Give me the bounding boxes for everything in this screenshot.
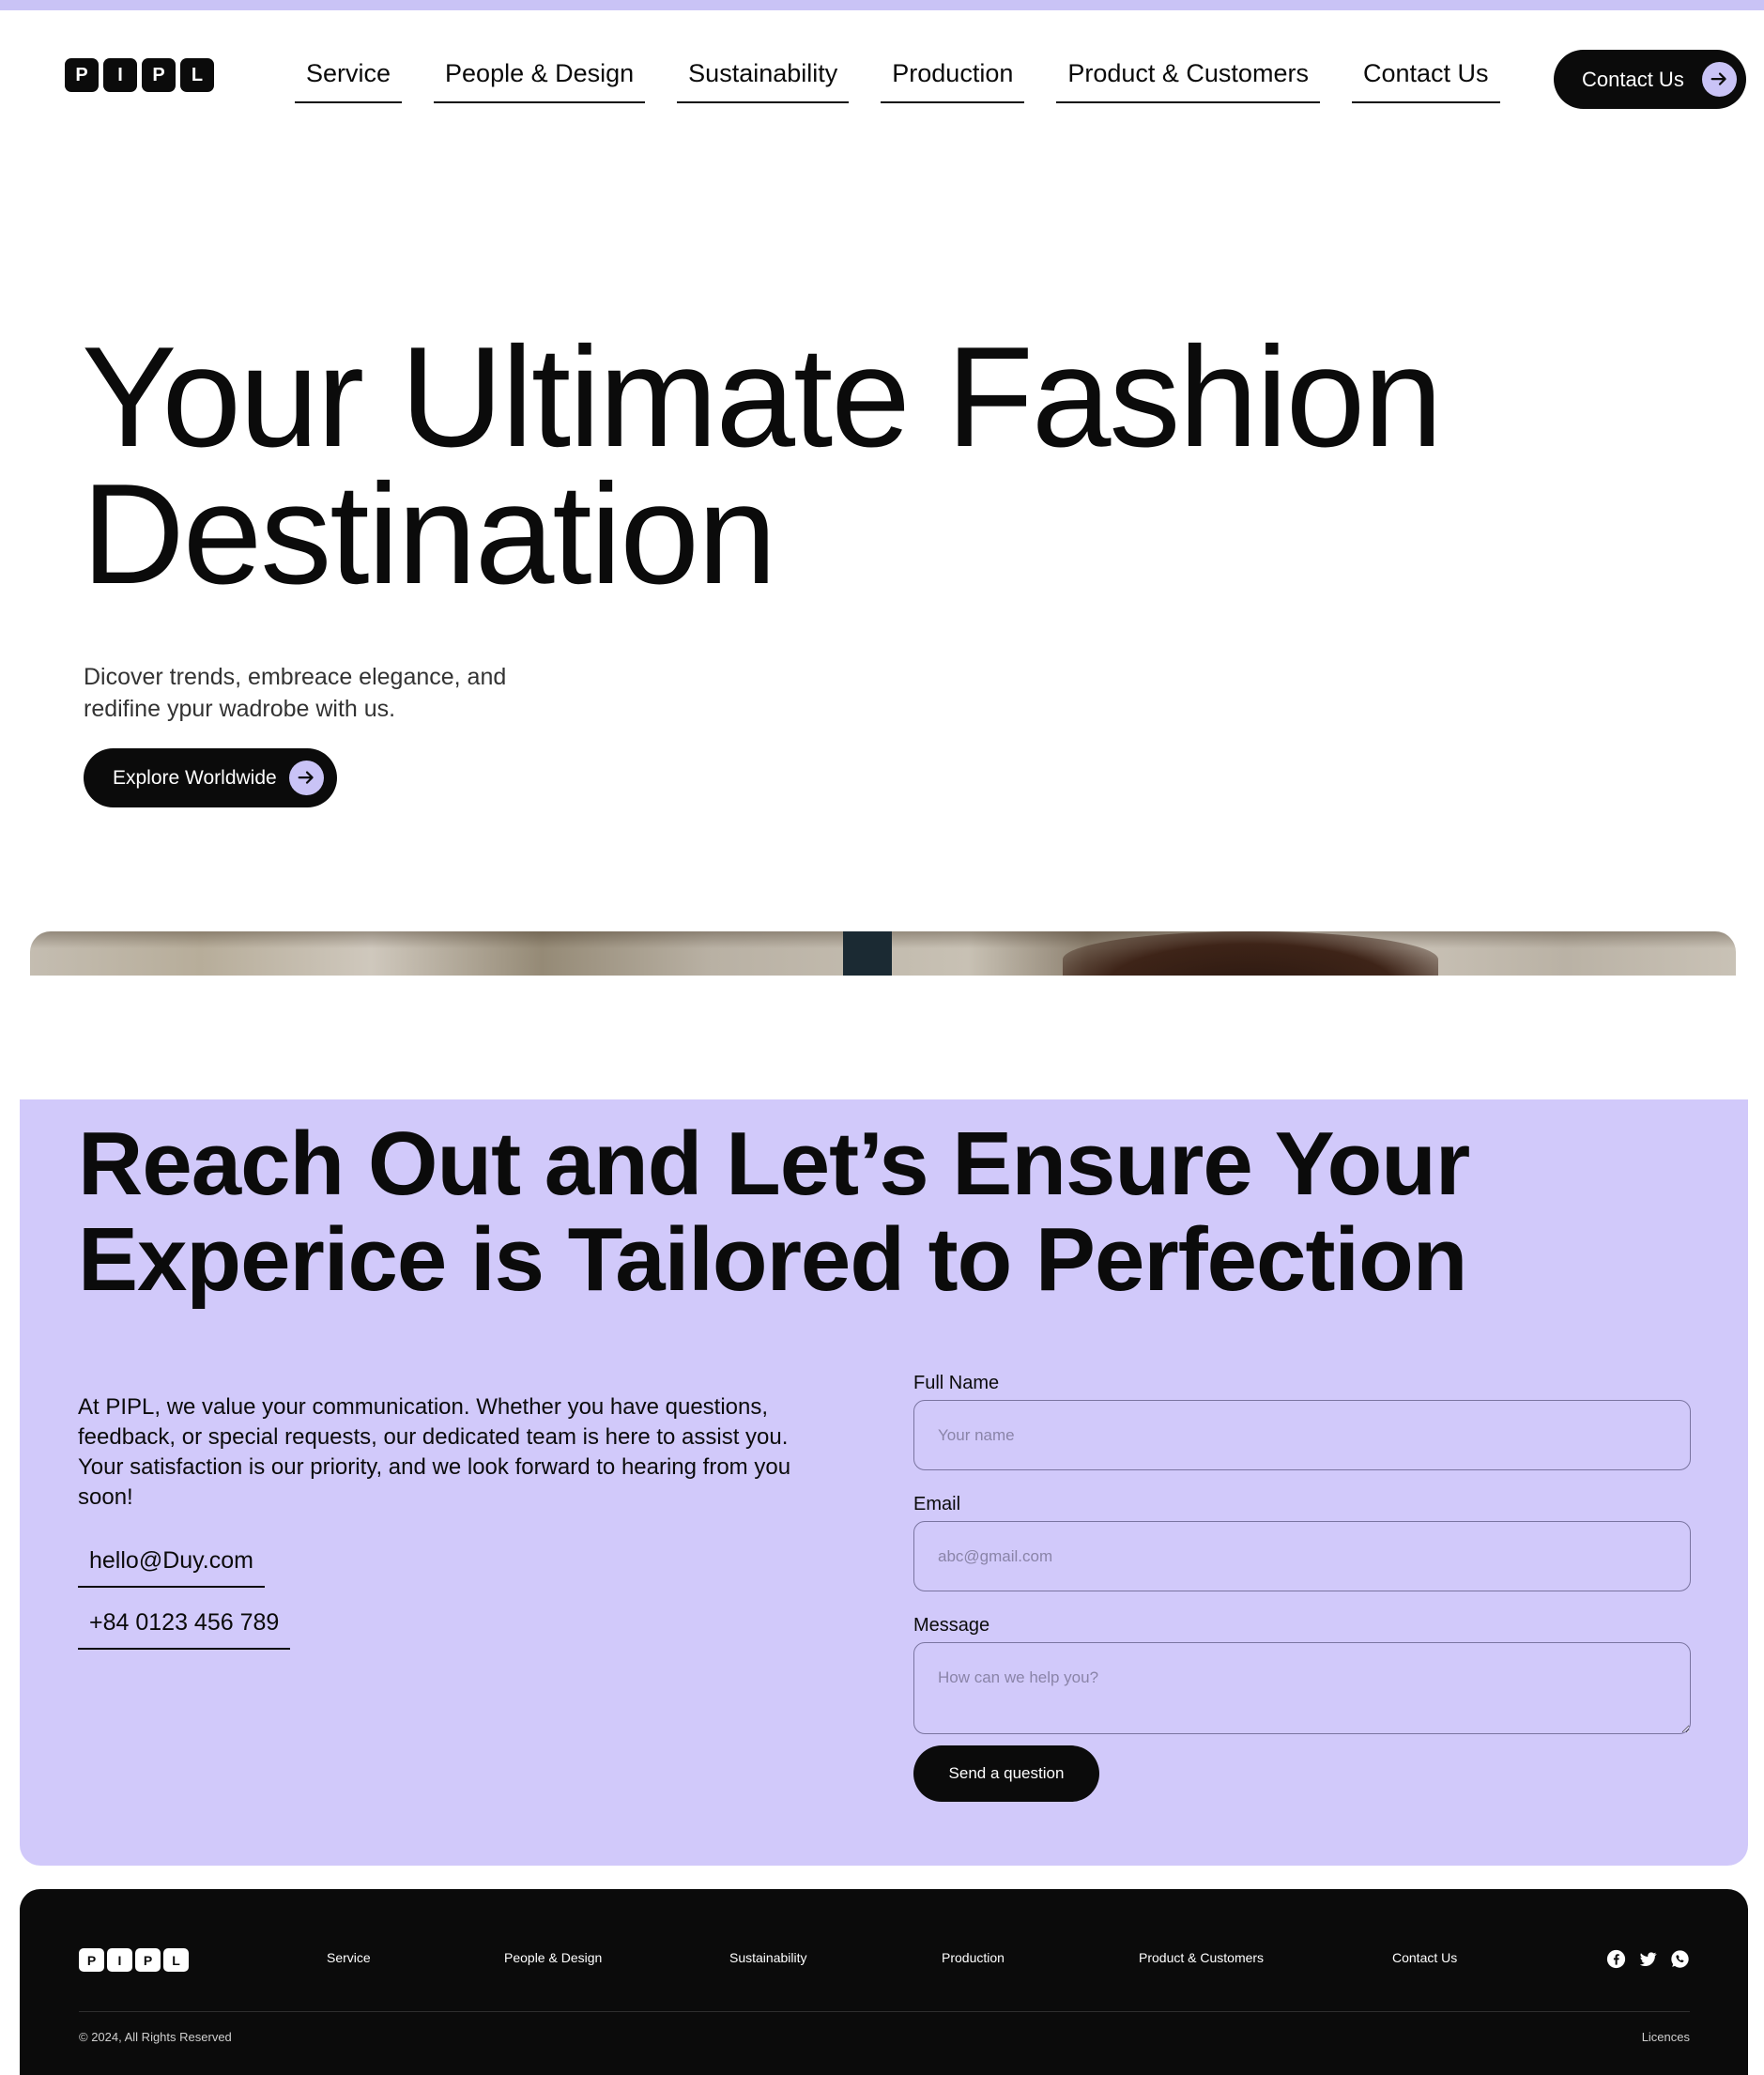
hero-image: [30, 931, 1736, 976]
footer-nav-sustainability[interactable]: Sustainability: [729, 1950, 807, 1965]
contact-us-button-label: Contact Us: [1582, 67, 1684, 91]
contact-description: At PIPL, we value your communication. Wh…: [78, 1394, 791, 1510]
site-header: P I P L Service People & Design Sustaina…: [0, 10, 1764, 142]
footer-logo[interactable]: P I P L: [79, 1948, 189, 1972]
facebook-icon[interactable]: [1606, 1949, 1626, 1969]
message-label: Message: [913, 1615, 990, 1636]
hero-subtitle-line-1: Dicover trends, embreace elegance, and: [84, 664, 507, 690]
logo-letter: L: [180, 58, 214, 92]
explore-worldwide-label: Explore Worldwide: [113, 766, 277, 789]
full-name-label: Full Name: [913, 1373, 1000, 1393]
licences-link[interactable]: Licences: [1642, 2030, 1690, 2044]
nav-service[interactable]: Service: [295, 59, 403, 103]
footer-nav-production[interactable]: Production: [942, 1950, 1005, 1965]
arrow-right-icon: [1702, 62, 1737, 97]
logo-letter: P: [135, 1948, 161, 1972]
hero-subtitle: Dicover trends, embreace elegance, and r…: [84, 661, 572, 725]
logo-letter: I: [103, 58, 137, 92]
contact-title: Reach Out and Let’s Ensure Your Experice…: [78, 1116, 1674, 1308]
nav-people-design[interactable]: People & Design: [434, 59, 646, 103]
footer-nav-contact-us[interactable]: Contact Us: [1392, 1950, 1457, 1965]
twitter-icon[interactable]: [1638, 1949, 1658, 1969]
hero-subtitle-line-2: redifine ypur wadrobe with us.: [84, 696, 396, 722]
hero-title: Your Ultimate Fashion Destination: [82, 326, 1584, 606]
copyright-text: © 2024, All Rights Reserved: [79, 2030, 232, 2044]
logo-letter: I: [107, 1948, 132, 1972]
hero-title-line-1: Your Ultimate Fashion: [82, 317, 1443, 477]
contact-title-line-1: Reach Out and Let’s Ensure Your: [78, 1114, 1470, 1214]
email-input[interactable]: [913, 1521, 1691, 1591]
logo-letter: P: [79, 1948, 104, 1972]
contact-section: Reach Out and Let’s Ensure Your Experice…: [20, 1099, 1748, 1866]
site-footer: P I P L Service People & Design Sustaina…: [20, 1889, 1748, 2075]
send-question-button[interactable]: Send a question: [913, 1745, 1099, 1802]
contact-title-line-2: Experice is Tailored to Perfection: [78, 1209, 1467, 1310]
footer-nav-people-design[interactable]: People & Design: [504, 1950, 602, 1965]
logo-letter: P: [142, 58, 176, 92]
footer-divider: [79, 2011, 1690, 2012]
nav-contact-us[interactable]: Contact Us: [1351, 59, 1500, 103]
message-textarea[interactable]: [913, 1642, 1691, 1734]
contact-us-button[interactable]: Contact Us: [1554, 50, 1746, 109]
whatsapp-icon[interactable]: [1670, 1949, 1690, 1969]
logo-letter: P: [65, 58, 99, 92]
nav-product-customers[interactable]: Product & Customers: [1056, 59, 1320, 103]
hero-title-line-2: Destination: [82, 454, 776, 614]
footer-nav-service[interactable]: Service: [327, 1950, 371, 1965]
main-nav: Service People & Design Sustainability P…: [295, 59, 1500, 103]
full-name-input[interactable]: [913, 1400, 1691, 1470]
arrow-right-icon: [289, 761, 324, 795]
contact-form: Full Name Email Message Send a question: [913, 1373, 1691, 1802]
contact-phone-link[interactable]: +84 0123 456 789: [78, 1609, 291, 1650]
logo[interactable]: P I P L: [65, 58, 214, 92]
top-accent-strip: [0, 0, 1764, 10]
logo-letter: L: [163, 1948, 189, 1972]
hero-image-pole: [843, 931, 892, 976]
nav-sustainability[interactable]: Sustainability: [677, 59, 850, 103]
footer-nav-product-customers[interactable]: Product & Customers: [1139, 1950, 1264, 1965]
contact-email-link[interactable]: hello@Duy.com: [78, 1547, 265, 1588]
explore-worldwide-button[interactable]: Explore Worldwide: [84, 748, 337, 807]
email-label: Email: [913, 1494, 961, 1514]
nav-production[interactable]: Production: [881, 59, 1025, 103]
